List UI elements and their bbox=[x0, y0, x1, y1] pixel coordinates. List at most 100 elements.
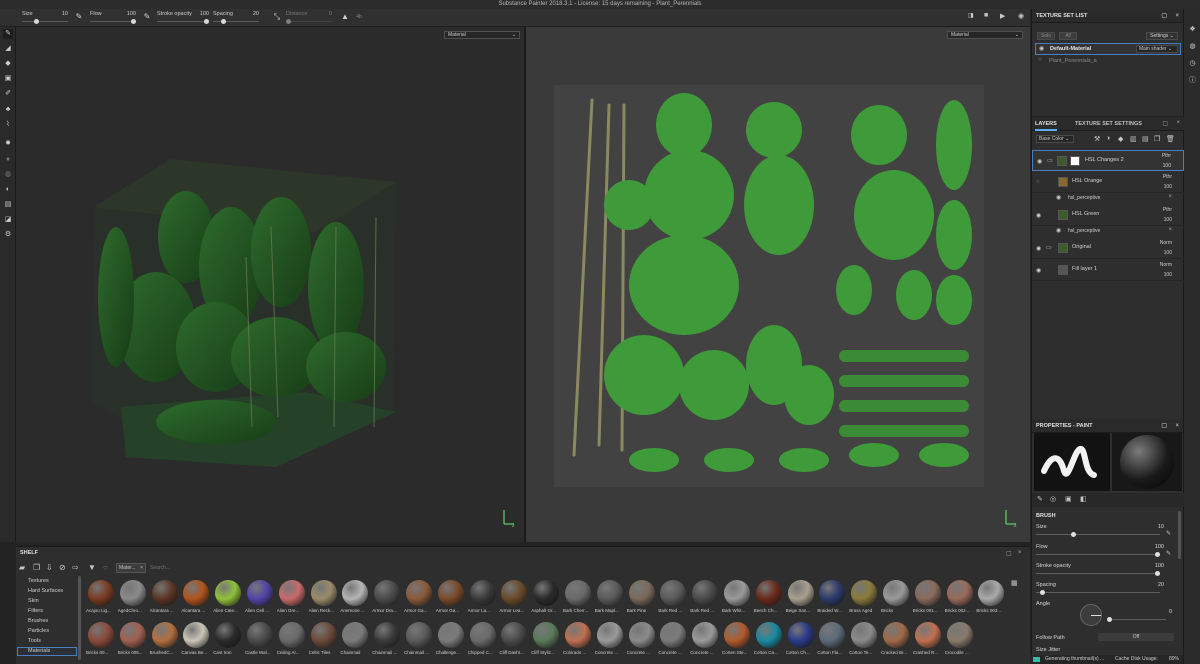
material-thumbnail[interactable]: Castle Wal... bbox=[245, 620, 275, 660]
material-thumbnail[interactable]: Bark Whit... bbox=[722, 578, 752, 618]
material-thumbnail[interactable]: Bricks 003... bbox=[976, 578, 1006, 618]
float-panel-icon[interactable]: ▢ bbox=[1006, 550, 1012, 557]
prop-size-value[interactable]: 10 bbox=[1158, 524, 1164, 530]
layer-blend-mode[interactable]: Pthr bbox=[1163, 174, 1172, 180]
layer-blend-mode[interactable]: Norm bbox=[1160, 262, 1172, 268]
toolbar-flow-knob[interactable] bbox=[131, 19, 136, 24]
shelf-category[interactable]: Tools bbox=[28, 638, 41, 644]
video-camera-icon[interactable]: ▶ bbox=[1000, 12, 1005, 20]
toolbar-spacing-knob[interactable] bbox=[221, 19, 226, 24]
angle-knob[interactable] bbox=[1107, 617, 1112, 622]
remove-effect-icon[interactable]: × bbox=[1168, 227, 1172, 233]
delete-layer-icon[interactable]: 🗑 bbox=[1166, 135, 1175, 143]
camera-cube-icon[interactable]: ■ bbox=[984, 12, 988, 19]
material-thumbnail[interactable]: Beige San... bbox=[786, 578, 816, 618]
prop-angle-value[interactable]: 0 bbox=[1169, 609, 1172, 615]
material-thumbnail[interactable]: Alien Gre... bbox=[277, 578, 307, 618]
material-thumbnail[interactable]: Bricks 005... bbox=[118, 620, 148, 660]
shelf-search-input[interactable] bbox=[150, 563, 450, 573]
radio-unselected-icon[interactable]: ○ bbox=[1038, 57, 1042, 63]
layer-row[interactable]: ○ HSL Orange Pthr 100 bbox=[1032, 172, 1184, 193]
material-thumbnail[interactable]: Bark Red ... bbox=[658, 578, 688, 618]
material-thumbnail[interactable]: Armor Ga... bbox=[404, 578, 434, 618]
material-thumbnail[interactable]: Armor La... bbox=[468, 578, 498, 618]
material-thumbnail[interactable]: Bark Pine bbox=[627, 578, 657, 618]
effect-row[interactable]: ◉ hsl_perceptive × bbox=[1032, 193, 1184, 205]
toolbar-flow-value[interactable]: 100 bbox=[127, 11, 136, 17]
close-icon[interactable]: × bbox=[1176, 120, 1180, 126]
material-thumbnail[interactable]: Challenge... bbox=[436, 620, 466, 660]
import-icon[interactable]: ⇩ bbox=[46, 563, 53, 572]
material-thumbnail[interactable]: Acajou Lig... bbox=[86, 578, 116, 618]
info-icon[interactable]: ⓘ bbox=[1188, 76, 1197, 85]
toolbar-spacing-value[interactable]: 20 bbox=[253, 11, 259, 17]
material-tab-icon[interactable]: ◧ bbox=[1080, 495, 1087, 503]
float-panel-icon[interactable]: ▢ bbox=[1161, 9, 1167, 23]
material-thumbnail[interactable]: Canvas Be... bbox=[181, 620, 211, 660]
shelf-category[interactable]: Particles bbox=[28, 628, 49, 634]
layer-opacity[interactable]: 100 bbox=[1164, 184, 1172, 190]
prop-spacing-value[interactable]: 20 bbox=[1158, 582, 1164, 588]
projection-icon[interactable]: ◆ bbox=[3, 59, 13, 69]
grid-view-icon[interactable]: ▦ bbox=[1011, 579, 1018, 587]
stencil-tab-icon[interactable]: ▣ bbox=[1065, 495, 1072, 503]
layer-row[interactable]: ◉ ▭ HSL Changes 2 Pthr 100 bbox=[1032, 150, 1184, 171]
shelf-category[interactable]: Filters bbox=[28, 608, 43, 614]
prop-spacing-slider[interactable]: Spacing 20 bbox=[1036, 582, 1176, 600]
material-thumbnail[interactable]: Cotton Te... bbox=[849, 620, 879, 660]
texture-set-row-default[interactable]: ◉ Default-Material Main shader ⌄ bbox=[1035, 43, 1181, 55]
material-thumbnail[interactable]: Alien Cell ... bbox=[245, 578, 275, 618]
categories-scrollbar[interactable] bbox=[78, 576, 81, 660]
shelf-filter-tag[interactable]: Mater... × bbox=[116, 563, 146, 573]
brush-alpha-preview[interactable] bbox=[1034, 433, 1110, 491]
shelf-category[interactable]: Hard Surfaces bbox=[28, 588, 63, 594]
texture-set-row-plant[interactable]: ○ Plant_Perennials_a bbox=[1035, 56, 1181, 67]
shelf-category[interactable]: Skin bbox=[28, 598, 39, 604]
prop-size-slider[interactable]: Size 10 bbox=[1036, 524, 1176, 542]
toolbar-size-knob[interactable] bbox=[34, 19, 39, 24]
material-thumbnail[interactable]: Braided W... bbox=[817, 578, 847, 618]
viewport-2d[interactable]: Material ⌄ z bbox=[526, 27, 1030, 542]
settings-dropdown[interactable]: Settings ⌄ bbox=[1146, 32, 1178, 40]
material-thumbnail[interactable]: Asphalt Gr... bbox=[531, 578, 561, 618]
color-picker-icon[interactable]: ⌇ bbox=[3, 120, 13, 130]
prop-stroke-opacity-slider[interactable]: Stroke opacity 100 bbox=[1036, 563, 1176, 581]
prop-spacing-knob[interactable] bbox=[1040, 590, 1045, 595]
add-effect-icon[interactable]: ⚒ bbox=[1094, 135, 1100, 143]
effect-visibility-icon[interactable]: ◉ bbox=[1056, 194, 1061, 201]
polygon-fill-icon[interactable]: ◍ bbox=[3, 170, 13, 180]
material-thumbnail[interactable]: AgedChro... bbox=[118, 578, 148, 618]
properties-scrollbar[interactable] bbox=[1178, 511, 1181, 559]
material-thumbnail[interactable]: Celtic Tiles bbox=[309, 620, 339, 660]
material-thumbnail[interactable]: Bark Mapl... bbox=[595, 578, 625, 618]
eraser-icon[interactable]: ◢ bbox=[3, 44, 13, 54]
material-thumbnail[interactable]: Cliff Styliz... bbox=[531, 620, 561, 660]
material-thumbnail[interactable]: Alcantara ... bbox=[150, 578, 180, 618]
flow-pressure-icon[interactable]: ✎ bbox=[1166, 550, 1171, 557]
remove-filter-icon[interactable]: × bbox=[140, 564, 143, 572]
float-panel-icon[interactable]: ▢ bbox=[1161, 419, 1167, 433]
material-thumbnail[interactable]: Concrete ... bbox=[690, 620, 720, 660]
texture-set-list-icon[interactable]: ❖ bbox=[1188, 25, 1197, 34]
visibility-off-icon[interactable]: ○ bbox=[1036, 179, 1040, 185]
add-folder-icon[interactable]: ▤ bbox=[1142, 135, 1149, 143]
symmetry-icon[interactable]: ▲ bbox=[340, 12, 350, 22]
layer-row[interactable]: ◉ HSL Green Pthr 100 bbox=[1032, 205, 1184, 226]
material-thumbnail[interactable]: Corten Ste... bbox=[722, 620, 752, 660]
prop-flow-slider[interactable]: Flow 100 bbox=[1036, 544, 1176, 562]
visibility-eye-icon[interactable]: ◉ bbox=[1036, 267, 1041, 274]
toolbar-distance-slider[interactable]: Distance 0 bbox=[286, 11, 332, 25]
radio-selected-icon[interactable]: ◉ bbox=[1039, 45, 1044, 52]
shelf-category[interactable]: Textures bbox=[28, 578, 49, 584]
material-thumbnail[interactable]: Ceiling Ar... bbox=[277, 620, 307, 660]
solo-button[interactable]: Solo bbox=[1037, 32, 1055, 40]
toolbar-size-value[interactable]: 10 bbox=[62, 11, 68, 17]
display-settings-icon[interactable]: ◐ bbox=[3, 185, 13, 195]
text-resource-icon[interactable]: ▤ bbox=[3, 200, 13, 210]
layer-row[interactable]: ◉ ▭ Original Norm 100 bbox=[1032, 238, 1184, 259]
visibility-eye-icon[interactable]: ◉ bbox=[1036, 212, 1041, 219]
material-thumbnail[interactable]: Chainmail ... bbox=[404, 620, 434, 660]
material-thumbnail[interactable]: Armor Dra... bbox=[372, 578, 402, 618]
toolbar-flow-slider[interactable]: Flow 100 bbox=[90, 11, 136, 25]
material-thumbnail[interactable]: Cast Iron bbox=[213, 620, 243, 660]
